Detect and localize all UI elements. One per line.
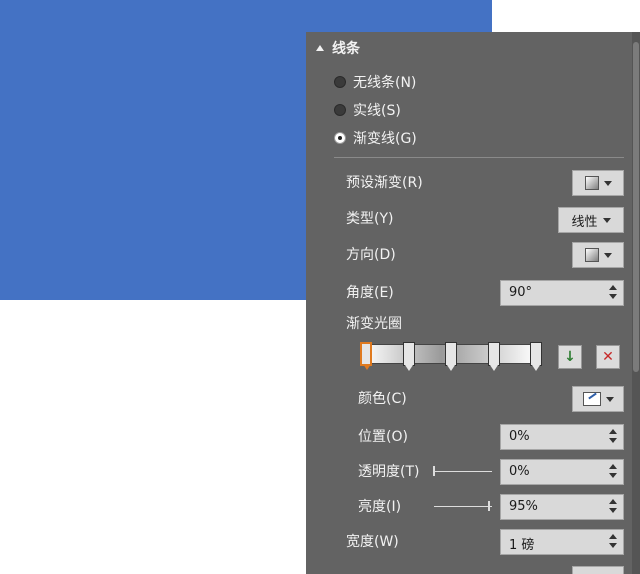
spin-up-icon[interactable] bbox=[609, 285, 617, 290]
angle-spinner[interactable]: 90° bbox=[500, 280, 624, 306]
direction-label: 方向(D) bbox=[346, 247, 396, 263]
chevron-down-icon bbox=[603, 252, 612, 258]
radio-button[interactable] bbox=[334, 104, 346, 116]
position-label: 位置(O) bbox=[358, 429, 408, 445]
transparency-value: 0% bbox=[509, 464, 530, 479]
gradient-stop[interactable] bbox=[530, 342, 542, 371]
position-value: 0% bbox=[509, 429, 530, 444]
spin-up-icon[interactable] bbox=[609, 534, 617, 539]
gradient-stop[interactable] bbox=[402, 342, 415, 371]
brightness-value: 95% bbox=[509, 499, 538, 514]
section-header-line[interactable]: 线条 bbox=[316, 38, 360, 58]
spin-up-icon[interactable] bbox=[609, 429, 617, 434]
transparency-label: 透明度(T) bbox=[358, 464, 420, 480]
gradient-direction-icon bbox=[584, 248, 599, 262]
direction-dropdown[interactable] bbox=[572, 242, 624, 268]
color-dropdown[interactable] bbox=[572, 386, 624, 412]
angle-value: 90° bbox=[509, 285, 533, 300]
spinner-arrows bbox=[609, 499, 617, 513]
next-row-dropdown[interactable] bbox=[572, 566, 624, 574]
brightness-label: 亮度(I) bbox=[358, 499, 402, 515]
radio-label: 实线(S) bbox=[353, 103, 401, 119]
width-value: 1 磅 bbox=[509, 538, 535, 553]
type-value: 线性 bbox=[571, 214, 598, 230]
brightness-slider-thumb[interactable] bbox=[488, 501, 491, 511]
spin-up-icon[interactable] bbox=[609, 499, 617, 504]
width-spinner[interactable]: 1 磅 bbox=[500, 529, 624, 555]
section-title: 线条 bbox=[332, 41, 360, 57]
spin-down-icon[interactable] bbox=[609, 543, 617, 548]
brightness-slider[interactable] bbox=[434, 506, 492, 507]
scrollbar-thumb[interactable] bbox=[633, 42, 639, 372]
color-label: 颜色(C) bbox=[358, 391, 407, 407]
preset-gradient-dropdown[interactable] bbox=[572, 170, 624, 196]
scrollbar[interactable] bbox=[632, 32, 640, 574]
transparency-slider-thumb[interactable] bbox=[433, 466, 435, 476]
gradient-stops-label: 渐变光圈 bbox=[346, 316, 402, 332]
pen-color-icon bbox=[582, 392, 601, 406]
divider bbox=[334, 157, 624, 158]
format-pane: 线条 无线条(N) 实线(S) 渐变线(G) 预设渐变(R) 类型(Y) 线性 … bbox=[306, 32, 640, 574]
gradient-stop[interactable] bbox=[445, 342, 457, 371]
transparency-spinner[interactable]: 0% bbox=[500, 459, 624, 485]
spin-down-icon[interactable] bbox=[609, 294, 617, 299]
radio-button-checked[interactable] bbox=[334, 132, 346, 144]
remove-stop-icon[interactable]: ✕ bbox=[596, 345, 620, 369]
radio-no-line[interactable]: 无线条(N) bbox=[334, 72, 416, 92]
angle-label: 角度(E) bbox=[346, 285, 394, 301]
chevron-down-icon bbox=[605, 396, 614, 402]
spin-up-icon[interactable] bbox=[609, 464, 617, 469]
triangle-up-icon bbox=[316, 45, 324, 51]
spinner-arrows bbox=[609, 534, 617, 548]
spin-down-icon[interactable] bbox=[609, 508, 617, 513]
chevron-down-icon bbox=[602, 217, 611, 223]
radio-solid-line[interactable]: 实线(S) bbox=[334, 100, 401, 120]
add-stop-icon[interactable]: ↓ bbox=[558, 345, 582, 369]
type-label: 类型(Y) bbox=[346, 211, 394, 227]
spinner-arrows bbox=[609, 285, 617, 299]
gradient-stop[interactable] bbox=[360, 342, 372, 370]
width-label: 宽度(W) bbox=[346, 534, 399, 550]
transparency-slider[interactable] bbox=[434, 471, 492, 472]
spinner-arrows bbox=[609, 464, 617, 478]
spin-down-icon[interactable] bbox=[609, 438, 617, 443]
chevron-down-icon bbox=[603, 180, 612, 186]
radio-button[interactable] bbox=[334, 76, 346, 88]
radio-label: 无线条(N) bbox=[353, 75, 417, 91]
gradient-swatch-icon bbox=[584, 176, 599, 190]
radio-label: 渐变线(G) bbox=[353, 131, 417, 147]
type-dropdown[interactable]: 线性 bbox=[558, 207, 624, 233]
radio-gradient-line[interactable]: 渐变线(G) bbox=[334, 128, 417, 148]
position-spinner[interactable]: 0% bbox=[500, 424, 624, 450]
gradient-stop[interactable] bbox=[487, 342, 500, 371]
brightness-spinner[interactable]: 95% bbox=[500, 494, 624, 520]
preset-gradient-label: 预设渐变(R) bbox=[346, 175, 423, 191]
spin-down-icon[interactable] bbox=[609, 473, 617, 478]
spinner-arrows bbox=[609, 429, 617, 443]
